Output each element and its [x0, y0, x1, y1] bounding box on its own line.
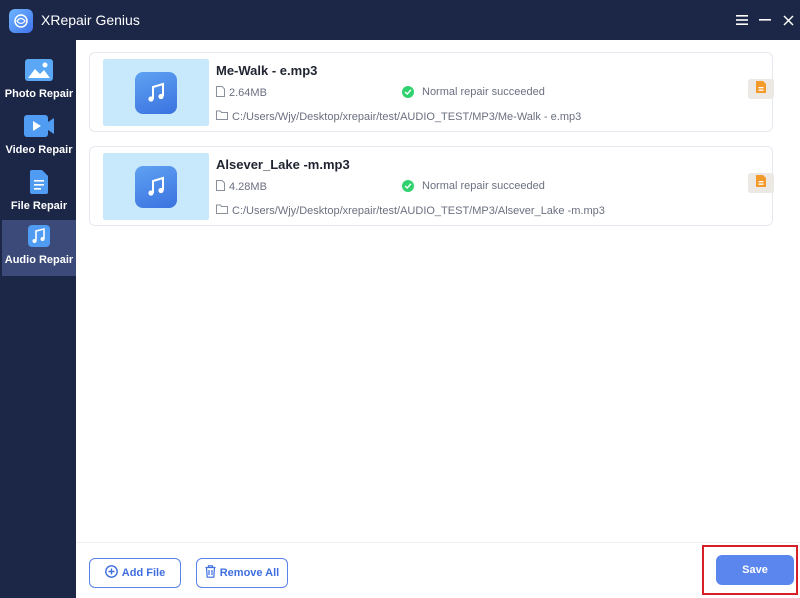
file-size-icon [216, 86, 225, 100]
sidebar: Photo Repair Video Repair File Repair Au… [0, 40, 76, 598]
file-path: C:/Users/Wjy/Desktop/xrepair/test/AUDIO_… [216, 110, 581, 123]
file-path: C:/Users/Wjy/Desktop/xrepair/test/AUDIO_… [216, 204, 605, 217]
sidebar-item-label: Audio Repair [4, 254, 74, 266]
add-file-label: Add File [121, 567, 166, 579]
file-size-value: 2.64MB [229, 87, 267, 99]
file-name: Alsever_Lake -m.mp3 [216, 157, 350, 172]
file-size-icon [216, 180, 225, 194]
list-item: Alsever_Lake -m.mp3 4.28MB Normal repair… [89, 146, 774, 226]
file-size-value: 4.28MB [229, 181, 267, 193]
repair-status-text: Normal repair succeeded [422, 180, 545, 192]
music-icon [135, 71, 177, 114]
menu-icon[interactable] [732, 10, 752, 30]
title-bar: XRepair Genius [0, 0, 800, 40]
sidebar-item-video-repair[interactable]: Video Repair [2, 110, 76, 164]
file-name: Me-Walk - e.mp3 [216, 63, 318, 78]
sidebar-item-label: Photo Repair [4, 88, 74, 100]
file-path-value: C:/Users/Wjy/Desktop/xrepair/test/AUDIO_… [232, 110, 582, 123]
check-circle-icon [402, 86, 414, 98]
music-icon [24, 224, 54, 248]
footer-divider [76, 542, 800, 543]
file-list-panel: Me-Walk - e.mp3 2.64MB Normal repair suc… [76, 40, 800, 598]
folder-icon [216, 204, 228, 217]
file-path-value: C:/Users/Wjy/Desktop/xrepair/test/AUDIO_… [232, 204, 605, 217]
save-highlight-box: Save [702, 545, 798, 595]
file-size: 4.28MB [216, 180, 267, 194]
remove-all-label: Remove All [219, 567, 280, 579]
trash-icon [205, 565, 216, 581]
sidebar-item-label: File Repair [10, 200, 68, 212]
save-button[interactable]: Save [716, 555, 794, 585]
audio-thumbnail [103, 153, 209, 220]
sidebar-item-photo-repair[interactable]: Photo Repair [2, 54, 76, 108]
plus-circle-icon [104, 565, 118, 581]
file-size: 2.64MB [216, 86, 267, 100]
remove-all-button[interactable]: Remove All [196, 558, 288, 588]
repair-status: Normal repair succeeded [402, 86, 545, 98]
minimize-icon[interactable] [755, 10, 775, 30]
video-icon [24, 114, 54, 138]
music-icon [135, 165, 177, 208]
open-file-button[interactable] [748, 173, 774, 193]
sidebar-item-audio-repair[interactable]: Audio Repair [2, 220, 76, 276]
document-icon [756, 80, 766, 98]
sidebar-item-label: Video Repair [5, 144, 73, 156]
app-logo-icon [9, 9, 33, 33]
repair-status-text: Normal repair succeeded [422, 86, 545, 98]
check-circle-icon [402, 180, 414, 192]
close-icon[interactable] [778, 10, 798, 30]
sidebar-item-file-repair[interactable]: File Repair [2, 166, 76, 220]
add-file-button[interactable]: Add File [89, 558, 181, 588]
document-icon [756, 174, 766, 192]
app-title: XRepair Genius [41, 12, 140, 28]
repair-status: Normal repair succeeded [402, 180, 545, 192]
audio-thumbnail [103, 59, 209, 126]
folder-icon [216, 110, 228, 123]
photo-icon [24, 58, 54, 82]
open-file-button[interactable] [748, 79, 774, 99]
list-item: Me-Walk - e.mp3 2.64MB Normal repair suc… [89, 52, 774, 132]
file-icon [24, 170, 54, 194]
